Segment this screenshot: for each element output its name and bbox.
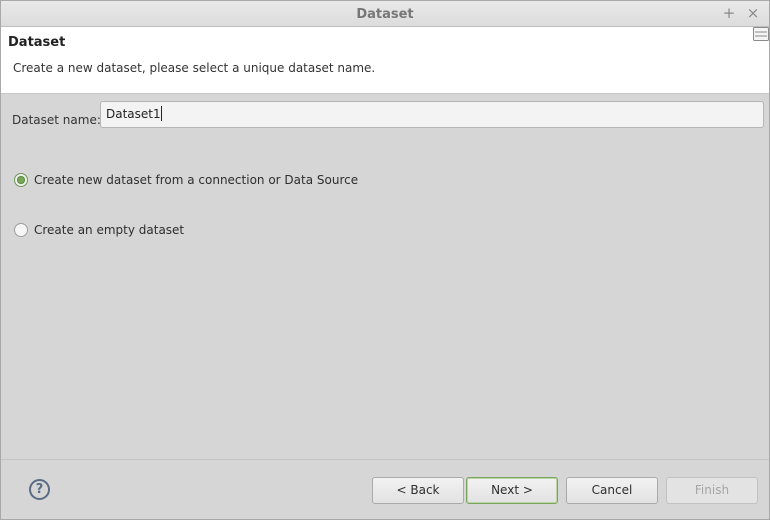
window-title: Dataset <box>356 7 414 22</box>
option-empty-dataset[interactable]: Create an empty dataset <box>14 221 184 239</box>
dataset-dialog: Dataset + × Dataset Create a new dataset… <box>0 0 770 520</box>
maximize-icon[interactable]: + <box>721 5 737 21</box>
radio-button-unchecked[interactable] <box>14 223 28 237</box>
title-bar[interactable]: Dataset + × <box>1 1 769 27</box>
page-title: Dataset <box>8 35 66 50</box>
option-empty-dataset-label: Create an empty dataset <box>34 223 185 237</box>
next-button[interactable]: Next > <box>466 477 558 504</box>
dataset-name-input[interactable]: Dataset1 <box>100 101 764 128</box>
help-icon[interactable]: ? <box>29 479 50 500</box>
text-caret <box>160 106 162 121</box>
dataset-name-value: Dataset1 <box>106 107 161 121</box>
option-from-connection-label: Create new dataset from a connection or … <box>34 173 359 187</box>
footer-divider <box>1 459 769 460</box>
dataset-name-label: Dataset name: <box>12 113 101 127</box>
cancel-button[interactable]: Cancel <box>566 477 658 504</box>
option-from-connection[interactable]: Create new dataset from a connection or … <box>14 171 358 189</box>
finish-button[interactable]: Finish <box>666 477 758 504</box>
view-menu-icon[interactable] <box>753 27 769 41</box>
close-icon[interactable]: × <box>745 5 761 21</box>
radio-button-checked[interactable] <box>14 173 28 187</box>
back-button[interactable]: < Back <box>372 477 464 504</box>
wizard-header: Dataset Create a new dataset, please sel… <box>1 27 769 94</box>
page-description: Create a new dataset, please select a un… <box>13 61 376 75</box>
